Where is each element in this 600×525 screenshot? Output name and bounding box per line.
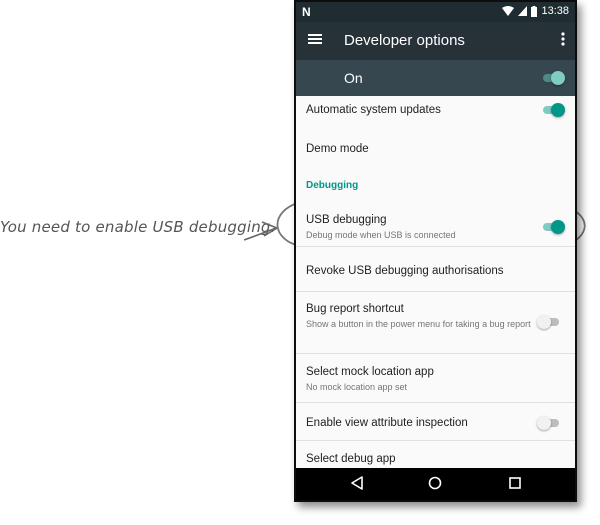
setting-title: Bug report shortcut — [306, 303, 404, 315]
master-switch-bar[interactable]: On — [296, 60, 575, 96]
setting-view-attribute-inspection[interactable]: Enable view attribute inspection — [296, 403, 575, 441]
setting-title: Demo mode — [306, 143, 369, 155]
annotation-text: You need to enable USB debugging. — [0, 218, 276, 236]
home-circle-icon[interactable] — [428, 476, 442, 490]
setting-bug-report-shortcut[interactable]: Bug report shortcut Show a button in the… — [296, 292, 575, 354]
setting-automatic-system-updates[interactable]: Automatic system updates — [296, 96, 575, 124]
setting-title: Select debug app — [306, 453, 396, 465]
usb-debugging-toggle[interactable] — [541, 220, 565, 234]
setting-subtitle: No mock location app set — [306, 382, 408, 392]
status-bar: N 13:38 — [296, 2, 575, 22]
battery-icon — [531, 5, 538, 17]
setting-title: Automatic system updates — [306, 104, 441, 116]
setting-title: Revoke USB debugging authorisations — [306, 265, 504, 277]
setting-subtitle: Debug mode when USB is connected — [306, 230, 456, 240]
master-toggle[interactable] — [541, 71, 565, 85]
setting-title: USB debugging — [306, 214, 387, 226]
settings-list: Automatic system updates Demo mode Debug… — [296, 96, 575, 472]
wifi-icon — [502, 6, 515, 16]
setting-demo-mode[interactable]: Demo mode — [296, 124, 575, 172]
setting-subtitle: Show a button in the power menu for taki… — [306, 319, 531, 329]
signal-icon — [518, 6, 528, 16]
master-switch-label: On — [344, 70, 363, 86]
view-attribute-toggle[interactable] — [537, 416, 561, 430]
setting-revoke-usb-authorisations[interactable]: Revoke USB debugging authorisations — [296, 247, 575, 292]
setting-title: Enable view attribute inspection — [306, 417, 468, 429]
hamburger-menu-icon[interactable] — [308, 33, 322, 45]
navigation-bar — [296, 468, 575, 500]
setting-select-mock-location-app[interactable]: Select mock location app No mock locatio… — [296, 354, 575, 403]
page-title: Developer options — [344, 32, 465, 49]
more-vert-icon[interactable] — [561, 32, 565, 46]
setting-usb-debugging[interactable]: USB debugging Debug mode when USB is con… — [296, 202, 575, 247]
setting-title: Select mock location app — [306, 366, 434, 378]
recents-square-icon[interactable] — [508, 476, 522, 490]
status-time: 13:38 — [541, 5, 569, 17]
app-bar: Developer options — [296, 22, 575, 60]
category-header-debugging: Debugging — [306, 180, 359, 191]
bug-report-toggle[interactable] — [537, 315, 561, 329]
notification-icon: N — [302, 5, 311, 19]
back-triangle-icon[interactable] — [350, 476, 364, 490]
automatic-updates-toggle[interactable] — [541, 103, 565, 117]
phone-screen: N 13:38 Developer options On Automatic s… — [294, 0, 577, 502]
